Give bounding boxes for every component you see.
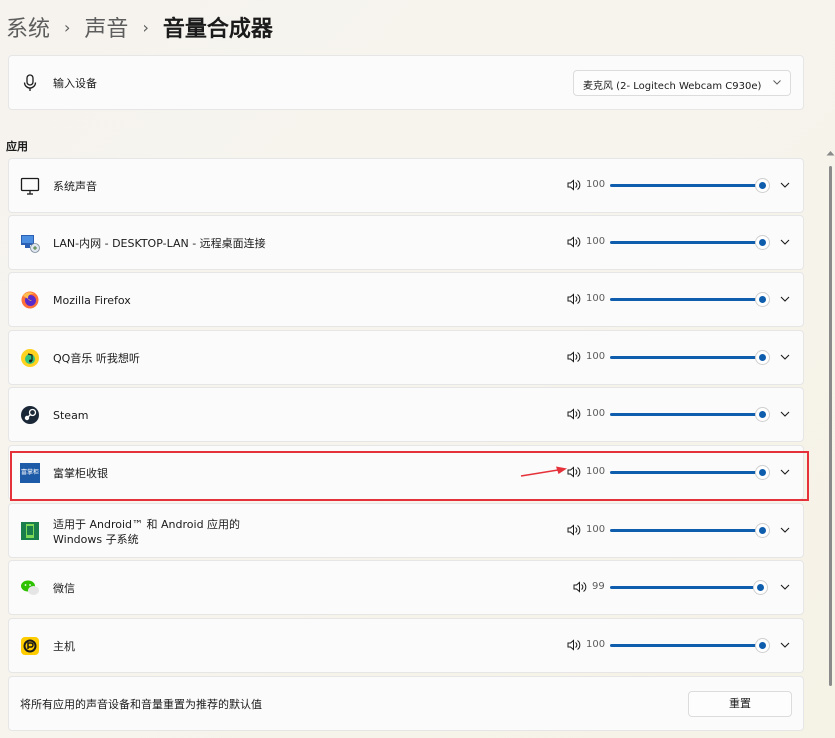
- microphone-icon: [23, 74, 37, 91]
- input-device-selected: 麦克风 (2- Logitech Webcam C930e): [583, 81, 762, 92]
- expand-chevron-icon[interactable]: [779, 181, 791, 189]
- speaker-icon[interactable]: [567, 351, 581, 363]
- volume-slider-thumb[interactable]: [756, 179, 769, 192]
- breadcrumb-separator: ›: [142, 17, 149, 37]
- chevron-down-icon: [773, 80, 781, 85]
- volume-slider-thumb[interactable]: [756, 408, 769, 421]
- highlight-box: [10, 451, 809, 501]
- volume-slider-thumb[interactable]: [756, 351, 769, 364]
- breadcrumb-system[interactable]: 系统: [6, 11, 50, 43]
- volume-slider[interactable]: [610, 644, 762, 647]
- page-title: 音量合成器: [162, 17, 273, 42]
- speaker-icon[interactable]: [567, 524, 581, 536]
- volume-slider-thumb[interactable]: [754, 581, 767, 594]
- expand-chevron-icon[interactable]: [779, 410, 791, 418]
- volume-value: 100: [586, 639, 606, 650]
- volume-slider-thumb[interactable]: [756, 236, 769, 249]
- volume-slider[interactable]: [610, 529, 762, 532]
- red-arrow-annotation: [520, 466, 567, 477]
- expand-chevron-icon[interactable]: [779, 238, 791, 246]
- app-name: 系统声音: [53, 180, 97, 193]
- app-name: 微信: [53, 582, 75, 595]
- volume-slider[interactable]: [610, 586, 760, 589]
- volume-slider[interactable]: [610, 241, 762, 244]
- breadcrumb-sound[interactable]: 声音: [84, 11, 128, 43]
- speaker-icon[interactable]: [567, 236, 581, 248]
- speaker-icon[interactable]: [567, 293, 581, 305]
- host-icon: [21, 637, 39, 655]
- volume-value: 100: [586, 179, 606, 190]
- volume-slider[interactable]: [610, 184, 762, 187]
- expand-chevron-icon[interactable]: [779, 641, 791, 649]
- monitor-icon: [20, 177, 40, 195]
- app-name: Steam: [53, 409, 89, 422]
- input-device-dropdown[interactable]: 麦克风 (2- Logitech Webcam C930e): [573, 70, 791, 96]
- app-name: 适用于 Android™ 和 Android 应用的: [53, 518, 241, 531]
- expand-chevron-icon[interactable]: [779, 526, 791, 534]
- volume-value: 100: [586, 524, 606, 535]
- qq-music-icon: [21, 349, 39, 367]
- speaker-icon[interactable]: [567, 179, 581, 191]
- volume-slider-thumb[interactable]: [756, 524, 769, 537]
- volume-value: 100: [586, 351, 606, 362]
- speaker-icon[interactable]: [573, 581, 587, 593]
- reset-card: 将所有应用的声音设备和音量重置为推荐的默认值: [8, 676, 804, 731]
- volume-slider[interactable]: [610, 298, 762, 301]
- firefox-icon: [21, 291, 39, 309]
- volume-slider[interactable]: [610, 413, 762, 416]
- expand-chevron-icon[interactable]: [779, 295, 791, 303]
- app-name-line2: Windows 子系统: [53, 533, 139, 546]
- app-name: QQ音乐 听我想听: [53, 352, 140, 365]
- wechat-icon: [21, 580, 39, 595]
- app-name: Mozilla Firefox: [53, 294, 131, 307]
- input-device-label: 输入设备: [53, 77, 97, 90]
- app-name: 主机: [53, 640, 75, 653]
- expand-chevron-icon[interactable]: [779, 353, 791, 361]
- breadcrumb-separator: ›: [64, 17, 71, 37]
- volume-slider-thumb[interactable]: [756, 293, 769, 306]
- expand-chevron-icon[interactable]: [779, 583, 791, 591]
- volume-value: 100: [586, 293, 606, 304]
- reset-description: 将所有应用的声音设备和音量重置为推荐的默认值: [20, 698, 262, 711]
- volume-value: 100: [586, 408, 606, 419]
- volume-value: 99: [592, 581, 605, 592]
- breadcrumb: 系统 › 声音 › 音量合成器: [6, 10, 273, 44]
- steam-icon: [21, 406, 39, 424]
- volume-value: 100: [586, 236, 606, 247]
- reset-button[interactable]: 重置: [688, 691, 792, 717]
- scrollbar-thumb[interactable]: [829, 166, 832, 686]
- speaker-icon[interactable]: [567, 408, 581, 420]
- scroll-up-arrow[interactable]: [826, 150, 835, 156]
- volume-slider[interactable]: [610, 356, 762, 359]
- app-name: LAN-内网 - DESKTOP-LAN - 远程桌面连接: [53, 237, 266, 250]
- android-subsystem-icon: [21, 522, 39, 540]
- speaker-icon[interactable]: [567, 639, 581, 651]
- apps-section-title: 应用: [6, 140, 28, 153]
- volume-slider-thumb[interactable]: [756, 639, 769, 652]
- remote-desktop-icon: [21, 235, 40, 253]
